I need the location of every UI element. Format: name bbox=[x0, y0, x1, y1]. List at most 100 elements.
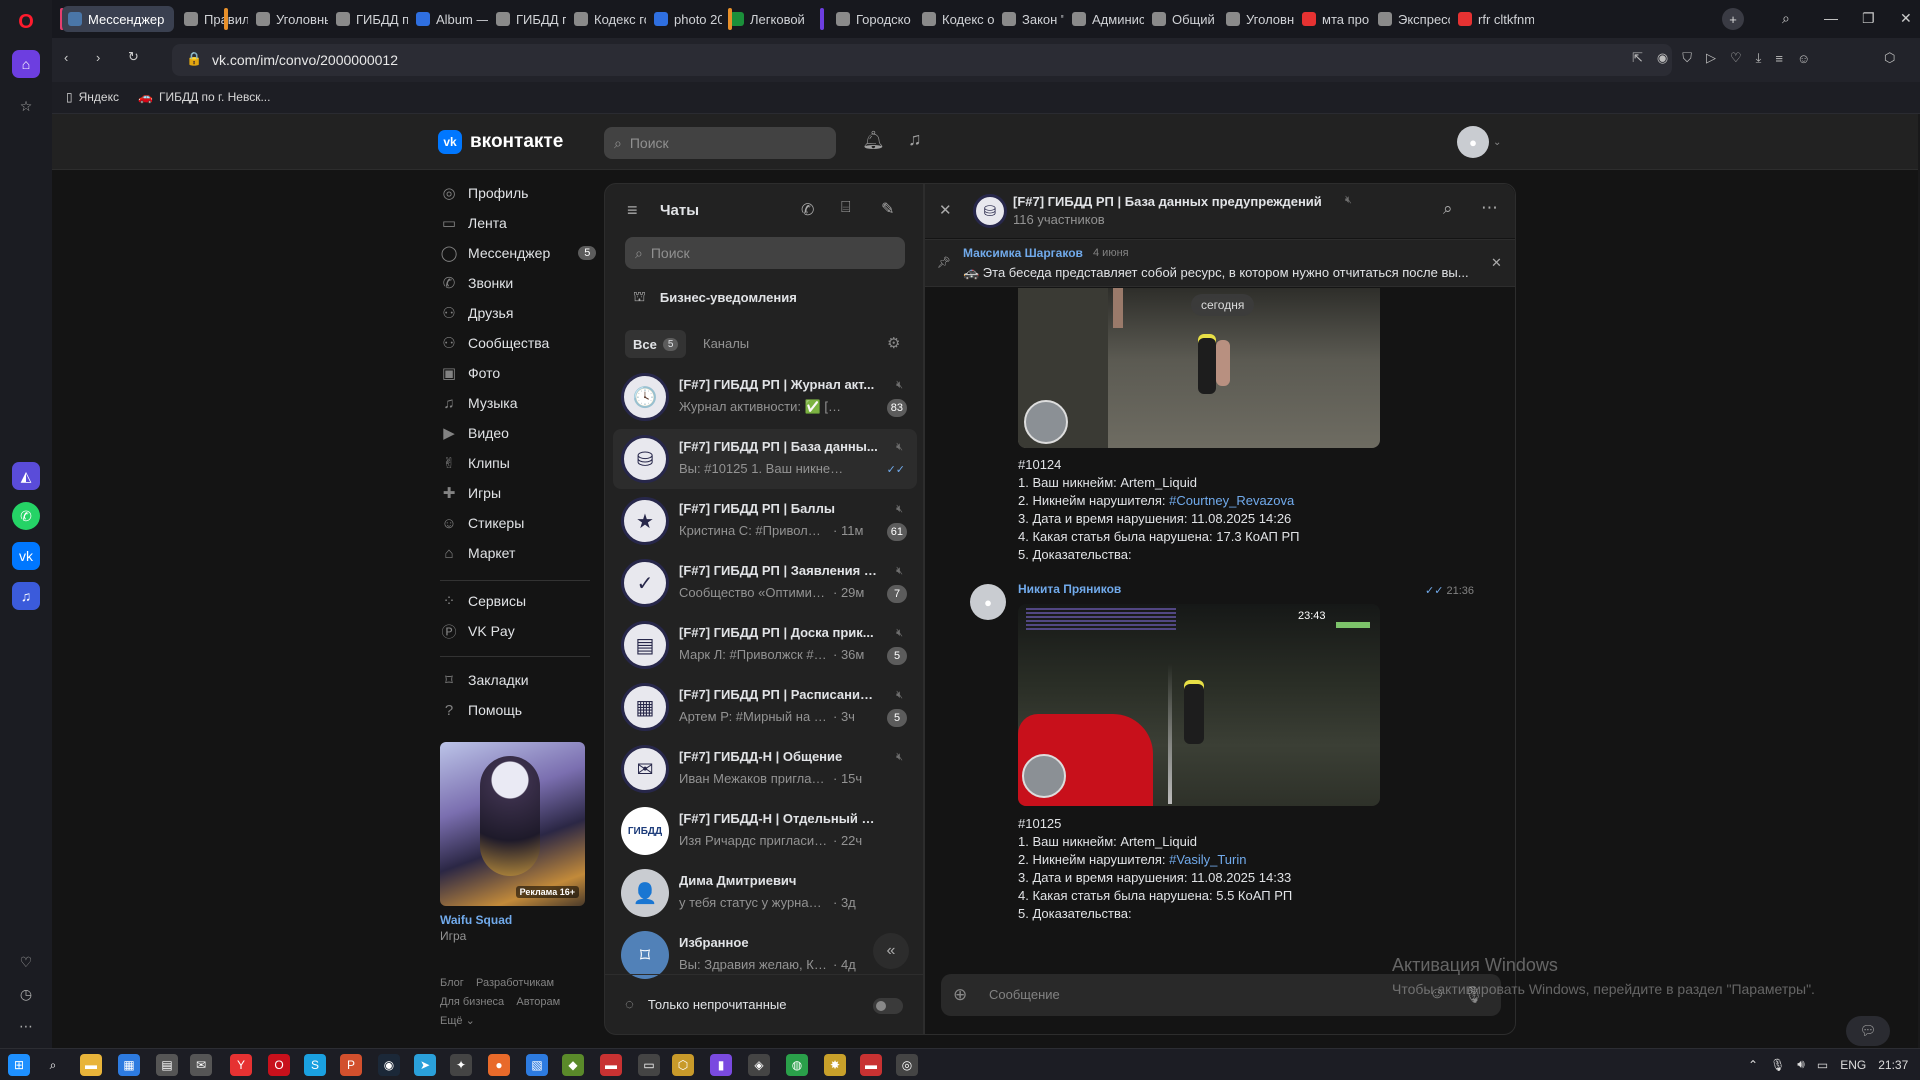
language-indicator[interactable]: ENG bbox=[1840, 1058, 1866, 1072]
back-button[interactable]: ‹ bbox=[64, 50, 68, 65]
app-icon[interactable]: ⬡ bbox=[672, 1054, 694, 1076]
nav-item[interactable]: ▣ Фото bbox=[440, 359, 500, 387]
app-icon[interactable]: ▬ bbox=[600, 1054, 622, 1076]
powerpoint-icon[interactable]: P bbox=[340, 1054, 362, 1076]
nav-item[interactable]: ⚇ Сообщества bbox=[440, 329, 549, 357]
chat-list-item[interactable]: ▤ [F#7] ГИБДД РП | Доска прик... 🔇︎ Марк Л:… bbox=[613, 615, 917, 675]
close-window-button[interactable]: ✕ bbox=[1900, 10, 1912, 27]
new-call-icon[interactable]: ✆ bbox=[801, 200, 814, 220]
nav-item[interactable]: ◎ Профиль bbox=[440, 179, 528, 207]
footer-authors-link[interactable]: Авторам bbox=[516, 996, 560, 1008]
account-icon[interactable]: ☺ bbox=[1797, 51, 1810, 66]
chat-search-input[interactable]: ⌕ Поиск bbox=[625, 237, 905, 269]
nav-item[interactable]: ◯ Мессенджер 5 bbox=[440, 239, 597, 267]
url-field[interactable]: 🔒 vk.com/im/convo/2000000012 bbox=[172, 44, 1672, 76]
nav-item[interactable]: Ⓟ VK Pay bbox=[440, 617, 514, 645]
nav-item[interactable]: ⚇ Друзья bbox=[440, 299, 513, 327]
app-icon[interactable]: ● bbox=[488, 1054, 510, 1076]
new-tab-button[interactable]: + bbox=[1722, 8, 1744, 30]
browser-tab[interactable]: Кодекс го bbox=[568, 6, 646, 32]
app-icon[interactable]: ✸ bbox=[824, 1054, 846, 1076]
shield-icon[interactable]: ⛉ bbox=[1682, 50, 1692, 66]
browser-tab[interactable]: Правила д bbox=[178, 6, 248, 32]
vk-sidebar-icon[interactable]: vk bbox=[12, 542, 40, 570]
nav-item[interactable]: ✆ Звонки bbox=[440, 269, 514, 297]
browser-tab[interactable]: Мессенджер bbox=[62, 6, 174, 32]
message-input[interactable]: Сообщение bbox=[989, 987, 1060, 1002]
opera-taskbar-icon[interactable]: O bbox=[268, 1054, 290, 1076]
browser-tab[interactable]: Кодекс об bbox=[916, 6, 994, 32]
app-icon[interactable]: ✦ bbox=[450, 1054, 472, 1076]
chat-list-item[interactable]: ⌑ Избранное Вы: Здравия желаю, Курса...· 4… bbox=[613, 925, 917, 985]
business-notifications[interactable]: ⛫ Бизнес-уведомления bbox=[633, 288, 797, 307]
chat-list-item[interactable]: ✓ [F#7] ГИБДД РП | Заявления н... 🔇︎ Сообще… bbox=[613, 553, 917, 613]
footer-dev-link[interactable]: Разработчикам bbox=[476, 977, 554, 989]
extensions-icon[interactable]: ⬡ bbox=[1884, 50, 1895, 66]
skype-icon[interactable]: S bbox=[304, 1054, 326, 1076]
chat-list-item[interactable]: ★ [F#7] ГИБДД РП | Баллы 🔇︎ Кристина С: #Пр… bbox=[613, 491, 917, 551]
mail-icon[interactable]: ✉ bbox=[190, 1054, 212, 1076]
nav-item[interactable]: ✚ Игры bbox=[440, 479, 501, 507]
sender-name[interactable]: Никита Пряников bbox=[1018, 582, 1121, 596]
vk-logo[interactable]: vk вконтакте bbox=[438, 130, 563, 154]
ad-title[interactable]: Waifu Squad bbox=[440, 913, 512, 927]
steam-icon[interactable]: ◉ bbox=[378, 1054, 400, 1076]
unread-only-toggle-row[interactable]: ◌ Только непрочитанные bbox=[625, 996, 786, 1013]
app-icon[interactable]: ▬ bbox=[860, 1054, 882, 1076]
archive-icon[interactable]: ⌸ bbox=[841, 199, 851, 217]
nav-item[interactable]: ⁘ Сервисы bbox=[440, 587, 526, 615]
app-icon[interactable]: ▧ bbox=[526, 1054, 548, 1076]
network-icon[interactable]: ▭ bbox=[1817, 1058, 1828, 1072]
app-icon[interactable]: ◎ bbox=[896, 1054, 918, 1076]
bookmark-gibdd[interactable]: 🚗 ГИБДД по г. Невск... bbox=[138, 90, 270, 104]
nav-item[interactable]: ▶ Видео bbox=[440, 419, 509, 447]
members-count[interactable]: 116 участников bbox=[1013, 212, 1105, 227]
unpin-close-icon[interactable]: ✕ bbox=[1491, 255, 1502, 271]
system-clock[interactable]: 21:37 bbox=[1878, 1058, 1908, 1072]
more-dots-icon[interactable]: ⋯ bbox=[12, 1012, 40, 1040]
chat-list-item[interactable]: ✉ [F#7] ГИБДД-Н | Общение 🔇︎ Иван Межаков п… bbox=[613, 739, 917, 799]
nav-item[interactable]: ⌑ Закладки bbox=[440, 666, 528, 694]
chat-list-item[interactable]: ⛁ [F#7] ГИБДД РП | База данны... 🔇︎ Вы: #10… bbox=[613, 429, 917, 489]
hamburger-icon[interactable]: ≡ bbox=[627, 200, 638, 221]
aria-icon[interactable]: ◭ bbox=[12, 462, 40, 490]
calculator-icon[interactable]: ▤ bbox=[156, 1054, 178, 1076]
favorite-icon[interactable]: ♡ bbox=[1730, 50, 1742, 66]
file-explorer-icon[interactable]: ▬ bbox=[80, 1054, 102, 1076]
settings-gear-icon[interactable]: ⚙ bbox=[887, 334, 900, 352]
search-icon[interactable]: ⌕ bbox=[1443, 199, 1453, 219]
browser-tab[interactable]: Уголовны bbox=[1220, 6, 1294, 32]
windows-start-icon[interactable]: ⊞ bbox=[8, 1054, 30, 1076]
nav-item[interactable]: ? Помощь bbox=[440, 696, 522, 724]
evidence-screenshot-2[interactable]: 23:43 bbox=[1018, 604, 1380, 806]
notifications-icon[interactable]: 🔔︎ bbox=[862, 130, 885, 151]
app-icon[interactable]: ◍ bbox=[786, 1054, 808, 1076]
browser-tab[interactable]: Album — bbox=[410, 6, 488, 32]
attach-icon[interactable]: ⊕ bbox=[953, 985, 967, 1005]
tab-search-icon[interactable]: ⌕ bbox=[1782, 10, 1790, 27]
search-icon[interactable]: ⌕ bbox=[42, 1054, 64, 1076]
mic-tray-icon[interactable]: 🎙︎ bbox=[1770, 1058, 1785, 1072]
footer-blog-link[interactable]: Блог bbox=[440, 977, 464, 989]
whatsapp-icon[interactable]: ✆ bbox=[12, 502, 40, 530]
browser-tab[interactable]: ГИБДД по bbox=[330, 6, 408, 32]
volume-icon[interactable]: 🔊︎ bbox=[1797, 1057, 1805, 1072]
vk-search-input[interactable]: ⌕ Поиск bbox=[604, 127, 836, 159]
browser-tab[interactable]: Админист bbox=[1066, 6, 1144, 32]
camera-icon[interactable]: ◉ bbox=[1657, 50, 1668, 66]
nav-item[interactable]: ⌂ Маркет bbox=[440, 539, 515, 567]
violator-hashtag-link[interactable]: #Courtney_Revazova bbox=[1169, 493, 1294, 508]
app-icon[interactable]: ▭ bbox=[638, 1054, 660, 1076]
browser-tab[interactable]: ГИБДД по bbox=[490, 6, 566, 32]
store-icon[interactable]: ▦ bbox=[118, 1054, 140, 1076]
app-icon[interactable]: ◆ bbox=[562, 1054, 584, 1076]
telegram-icon[interactable]: ➤ bbox=[414, 1054, 436, 1076]
restore-button[interactable]: ❐ bbox=[1862, 10, 1875, 27]
download-icon[interactable]: ⤓ bbox=[1756, 50, 1762, 66]
nav-item[interactable]: ▭ Лента bbox=[440, 209, 507, 237]
conversation-title[interactable]: [F#7] ГИБДД РП | База данных предупрежде… bbox=[1013, 194, 1322, 209]
browser-tab[interactable]: Общий и bbox=[1146, 6, 1218, 32]
footer-biz-link[interactable]: Для бизнеса bbox=[440, 996, 504, 1008]
opera-logo-icon[interactable]: O bbox=[12, 8, 40, 36]
minimize-button[interactable]: — bbox=[1824, 10, 1838, 26]
